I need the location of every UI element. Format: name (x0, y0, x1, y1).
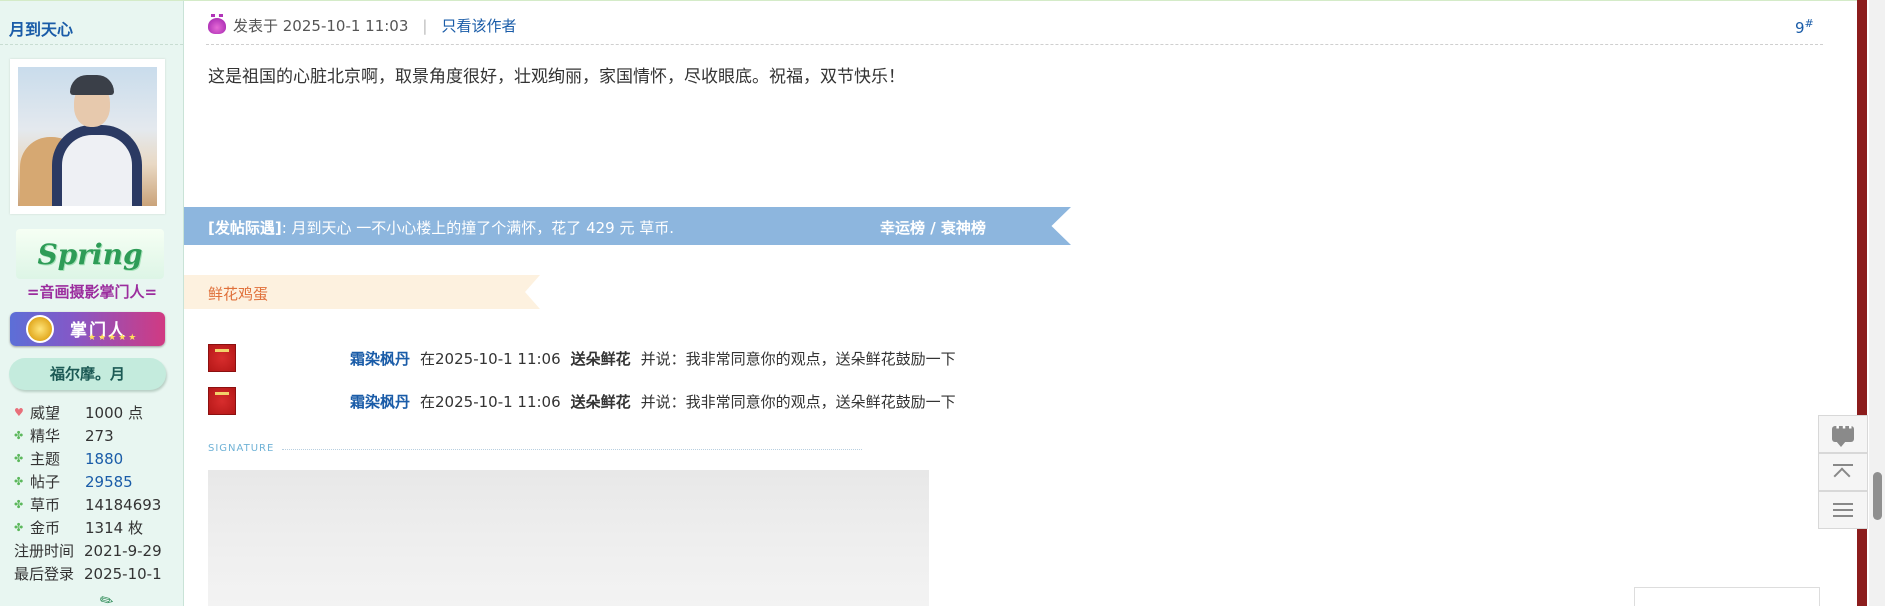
divider: | (422, 16, 428, 35)
post-time: 发表于 2025-10-1 11:03 (233, 17, 409, 35)
stat-label: 最后登录 (14, 565, 75, 583)
stat-value: 1000 点 (85, 404, 143, 422)
floating-panel (1634, 587, 1820, 606)
rate-action: 送朵鲜花 (570, 392, 631, 411)
clover-icon: ✤ (14, 498, 24, 511)
stat-row: 最后登录 2025-10-1 (14, 562, 162, 585)
rater-name-link[interactable]: 霜染枫丹 (350, 348, 410, 369)
heart-icon: ♥ (14, 406, 24, 419)
clover-icon: ✤ (14, 475, 24, 488)
signature-label: SIGNATURE (208, 443, 275, 454)
spring-medal-image: Spring (16, 229, 164, 279)
stat-label: 帖子 (30, 473, 61, 491)
avatar[interactable] (18, 67, 157, 206)
floor-number-link[interactable]: 9# (1795, 17, 1814, 37)
list-button[interactable] (1818, 491, 1868, 529)
online-status-icon (208, 13, 226, 34)
author-name-link[interactable]: 月到天心 (9, 16, 73, 40)
floor-mark: # (1804, 17, 1814, 30)
floating-toolbar (1818, 415, 1868, 529)
stat-value: 14184693 (85, 495, 162, 514)
stat-value: 2025-10-1 (84, 564, 162, 583)
flowers-banner: 鲜花鸡蛋 (184, 275, 540, 309)
stat-row: ✤ 精华 273 (14, 424, 162, 447)
stat-row: ✤ 帖子 29585 (14, 470, 162, 493)
flowers-title: 鲜花鸡蛋 (208, 285, 269, 303)
rank-badge: 掌门人 ★★★★★ (10, 312, 165, 346)
stat-row: ♥ 威望 1000 点 (14, 401, 162, 424)
reward-tag: [发帖际遇] (208, 219, 282, 237)
only-author-link[interactable]: 只看该作者 (441, 15, 516, 36)
back-to-top-icon (1833, 464, 1853, 480)
stat-label: 主题 (30, 450, 61, 468)
author-sidebar: 月到天心 Spring =音画摄影掌门人= 掌门人 ★★★★★ 福尔摩。月 ♥ … (0, 0, 184, 606)
stat-row: ✤ 主题 1880 (14, 447, 162, 470)
rate-message: 并说：我非常同意你的观点，送朵鲜花鼓励一下 (640, 392, 956, 411)
author-stats: ♥ 威望 1000 点 ✤ 精华 273 ✤ 主题 1880 ✤ 帖子 2958… (14, 401, 162, 585)
floor-number: 9 (1795, 19, 1805, 37)
group-title: =音画摄影掌门人= (26, 283, 158, 301)
stat-value: 273 (85, 426, 114, 445)
medal-icon (26, 315, 54, 343)
flower-entry: 霜染枫丹 在2025-10-1 11:06 送朵鲜花 并说：我非常同意你的观点，… (208, 344, 956, 372)
rank-stars-icon: ★★★★★ (88, 333, 139, 343)
divider (206, 44, 1823, 45)
stat-value: 2021-9-29 (84, 541, 162, 560)
rate-time: 在2025-10-1 11:06 (420, 392, 561, 411)
divider (0, 44, 183, 45)
stat-label: 草币 (30, 496, 61, 514)
rate-action: 送朵鲜花 (570, 349, 631, 368)
stat-label: 注册时间 (14, 542, 75, 560)
reward-text: [发帖际遇]: 月到天心 一不小心楼上的撞了个满怀，花了 429 元 草币. (208, 217, 674, 238)
clover-icon: ✤ (14, 429, 24, 442)
rate-message: 并说：我非常同意你的观点，送朵鲜花鼓励一下 (640, 349, 956, 368)
luck-ranking-link[interactable]: 幸运榜 / 衰神榜 (880, 217, 986, 238)
stat-label: 精华 (30, 427, 61, 445)
stat-row: ✤ 草币 14184693 (14, 493, 162, 516)
reward-banner: [发帖际遇]: 月到天心 一不小心楼上的撞了个满怀，花了 429 元 草币. 幸… (184, 207, 1071, 245)
reward-message: : 月到天心 一不小心楼上的撞了个满怀，花了 429 元 草币. (281, 219, 675, 237)
stat-label: 金币 (30, 519, 61, 537)
comment-icon (1832, 420, 1854, 447)
avatar-cap (70, 75, 114, 95)
divider (184, 0, 1857, 1)
stat-row: 注册时间 2021-9-29 (14, 539, 162, 562)
comment-button[interactable] (1818, 415, 1868, 453)
back-to-top-button[interactable] (1818, 453, 1868, 491)
rater-name-link[interactable]: 霜染枫丹 (350, 391, 410, 412)
list-icon (1833, 503, 1853, 517)
post-content: 这是祖国的心脏北京啊，取景角度很好，壮观绚丽，家国情怀，尽收眼底。祝福，双节快乐… (208, 67, 905, 87)
scrollbar-thumb[interactable] (1873, 472, 1882, 520)
avatar-body (52, 125, 142, 206)
stat-row: ✤ 金币 1314 枚 (14, 516, 162, 539)
rater-avatar[interactable] (208, 344, 236, 372)
threads-count-link[interactable]: 1880 (85, 450, 123, 468)
clover-icon: ✤ (14, 452, 24, 465)
nickname-badge: 福尔摩。月 (9, 358, 166, 390)
divider (282, 449, 862, 450)
post-header: 发表于 2025-10-1 11:03 | 只看该作者 (208, 13, 516, 36)
stat-value: 1314 枚 (85, 519, 143, 537)
rater-avatar[interactable] (208, 387, 236, 415)
pen-icon: ✎ (96, 588, 118, 606)
flower-entry: 霜染枫丹 在2025-10-1 11:06 送朵鲜花 并说：我非常同意你的观点，… (208, 387, 956, 415)
rate-time: 在2025-10-1 11:06 (420, 349, 561, 368)
posts-count-link[interactable]: 29585 (85, 473, 133, 491)
stat-label: 威望 (30, 404, 61, 422)
clover-icon: ✤ (14, 521, 24, 534)
signature-image (208, 470, 929, 606)
avatar-frame[interactable] (10, 59, 165, 214)
